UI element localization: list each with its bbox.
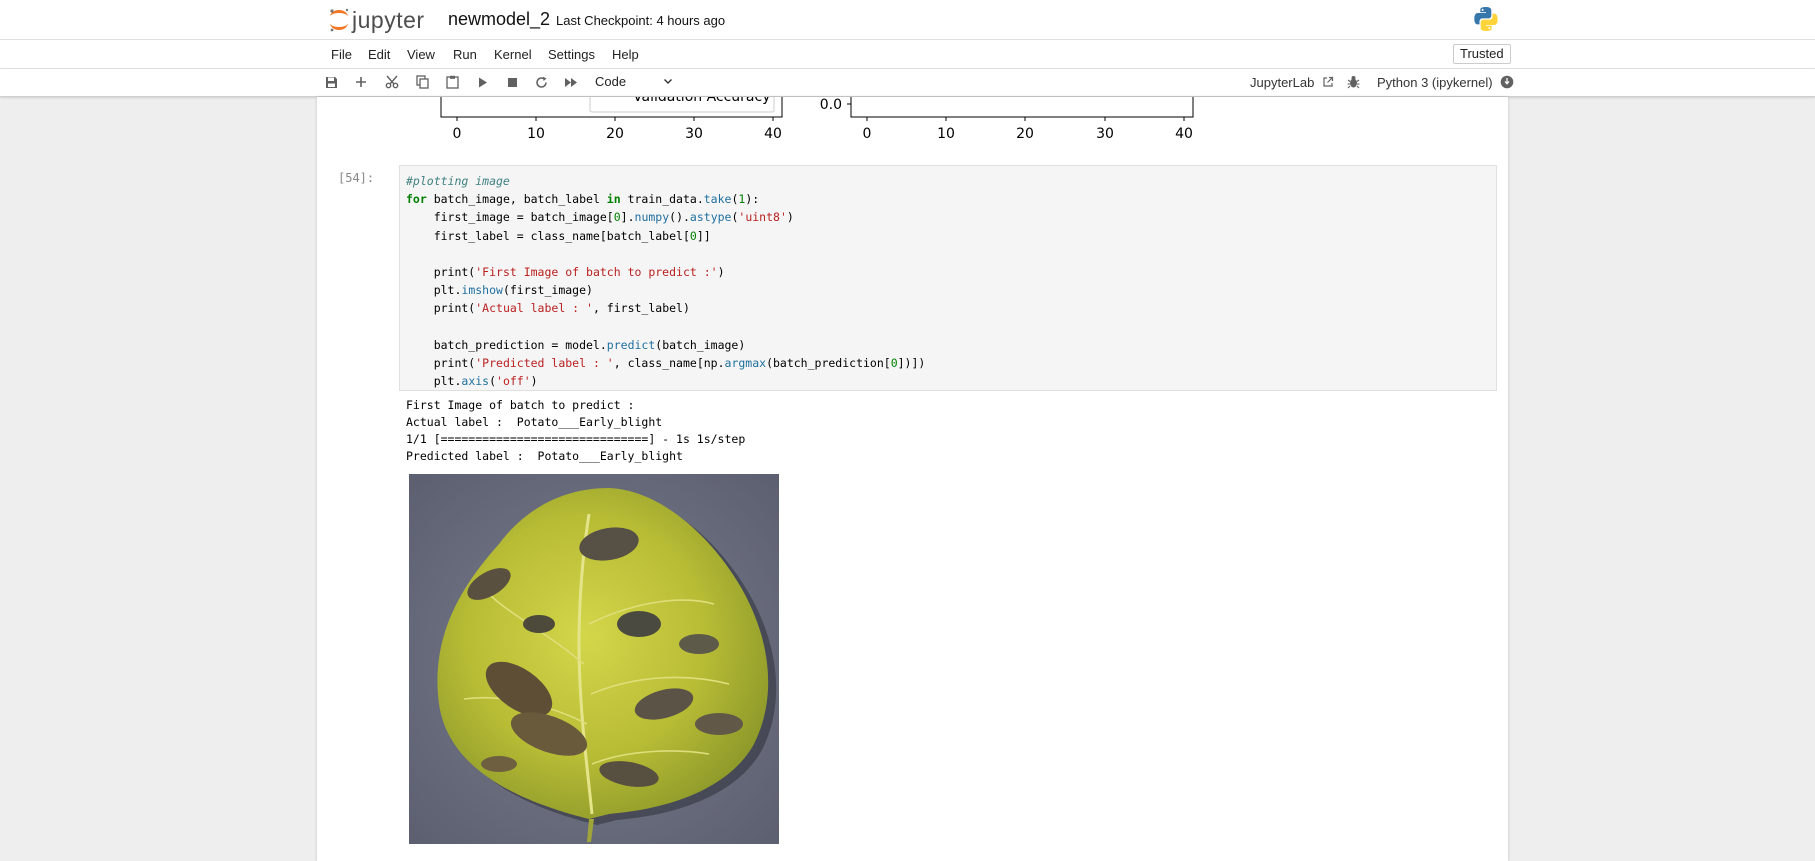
right-xtick: 10 [937,126,955,142]
save-icon [325,76,337,88]
cut-icon [385,75,399,89]
notebook-toolbar: Code JupyterLab Python 3 (ipykernel) [0,69,1815,97]
code-line: print('First Image of batch to predict :… [406,265,725,280]
run-button[interactable] [474,73,492,91]
left-xtick: 30 [685,126,703,142]
debug-bug-icon [1347,76,1359,89]
add-cell-icon [356,77,366,87]
output-line: 1/1 [==============================] - 1… [406,432,746,446]
code-cell-editor[interactable]: #plotting image for batch_image, batch_l… [399,165,1497,391]
menu-edit[interactable]: Edit [368,47,390,62]
jupyter-logo-icon [330,8,349,32]
debugger-button[interactable] [1344,73,1362,91]
menu-help[interactable]: Help [612,47,639,62]
interrupt-button[interactable] [503,73,521,91]
code-line: first_image = batch_image[0].numpy().ast… [406,210,794,225]
code-line: batch_prediction = model.predict(batch_i… [406,337,746,352]
right-ytick: 0.0 [820,97,842,113]
cell-type-dropdown[interactable]: Code [595,72,677,91]
copy-button[interactable] [413,73,431,91]
jupyter-logo[interactable]: jupyter [328,5,425,35]
code-line: print('Actual label : ', first_label) [406,301,690,316]
cell-type-value: Code [595,74,627,89]
output-line: Actual label : Potato___Early_blight [406,415,663,429]
cut-button[interactable] [383,73,401,91]
output-line: First Image of batch to predict : [406,398,635,412]
code-line: for batch_image, batch_label in train_da… [406,192,760,207]
code-line: print('Predicted label : ', class_name[n… [406,356,926,371]
output-line: Predicted label : Potato___Early_blight [406,449,683,463]
code-block[interactable]: #plotting image for batch_image, batch_l… [400,166,1496,390]
right-xtick: 40 [1175,126,1193,142]
code-line: first_label = class_name[batch_label[0]] [406,228,711,243]
previous-output-charts: Validation Accuracy 0 10 20 30 40 0.0 0 … [440,97,1194,142]
kernel-status [1498,73,1516,91]
cell-output-text: First Image of batch to predict : Actual… [406,397,745,465]
python-logo-icon [1473,6,1499,37]
left-chart-fragment: Validation Accuracy 0 10 20 30 40 [440,97,783,142]
restart-button[interactable] [532,73,550,91]
output-image-potato-leaf [409,474,779,844]
kernel-name[interactable]: Python 3 (ipykernel) [1377,75,1493,90]
trusted-button[interactable]: Trusted [1453,44,1511,64]
right-xtick: 0 [863,126,872,142]
save-button[interactable] [322,73,340,91]
menu-file[interactable]: File [331,47,352,62]
legend-label: Validation Accuracy [633,97,771,105]
run-all-button[interactable] [562,73,580,91]
paste-icon [445,75,459,89]
left-xtick: 40 [764,126,782,142]
menu-view[interactable]: View [407,47,435,62]
menu-settings[interactable]: Settings [548,47,595,62]
jupyter-logo-text: jupyter [352,6,425,33]
top-header: jupyter newmodel_2 Last Checkpoint: 4 ho… [0,0,1815,40]
code-line: plt.imshow(first_image) [406,283,593,298]
right-xtick: 20 [1016,126,1034,142]
code-line: plt.axis('off') [406,374,538,389]
paste-button[interactable] [443,73,461,91]
fast-forward-icon [565,77,577,87]
right-xtick: 30 [1096,126,1114,142]
menu-bar: File Edit View Run Kernel Settings Help … [0,40,1815,69]
cell-prompt: [54]: [338,171,375,185]
notebook-title[interactable]: newmodel_2 [448,9,550,30]
left-xtick: 20 [606,126,624,142]
left-xtick: 10 [527,126,545,142]
copy-icon [415,75,429,89]
code-line: #plotting image [406,174,510,188]
insert-cell-button[interactable] [352,73,370,91]
run-icon [479,77,487,87]
menu-run[interactable]: Run [453,47,477,62]
restart-icon [535,76,547,88]
right-chart-fragment: 0.0 0 10 20 30 40 [820,97,1194,142]
external-link-icon [1323,76,1334,87]
chevron-down-icon [663,72,673,96]
jupyterlab-link[interactable]: JupyterLab [1250,75,1334,90]
jupyterlab-label: JupyterLab [1250,75,1315,90]
kernel-status-icon [1500,75,1514,89]
left-xtick: 0 [453,126,462,142]
last-checkpoint: Last Checkpoint: 4 hours ago [556,13,726,28]
menu-kernel[interactable]: Kernel [494,47,532,62]
stop-icon [507,77,517,87]
